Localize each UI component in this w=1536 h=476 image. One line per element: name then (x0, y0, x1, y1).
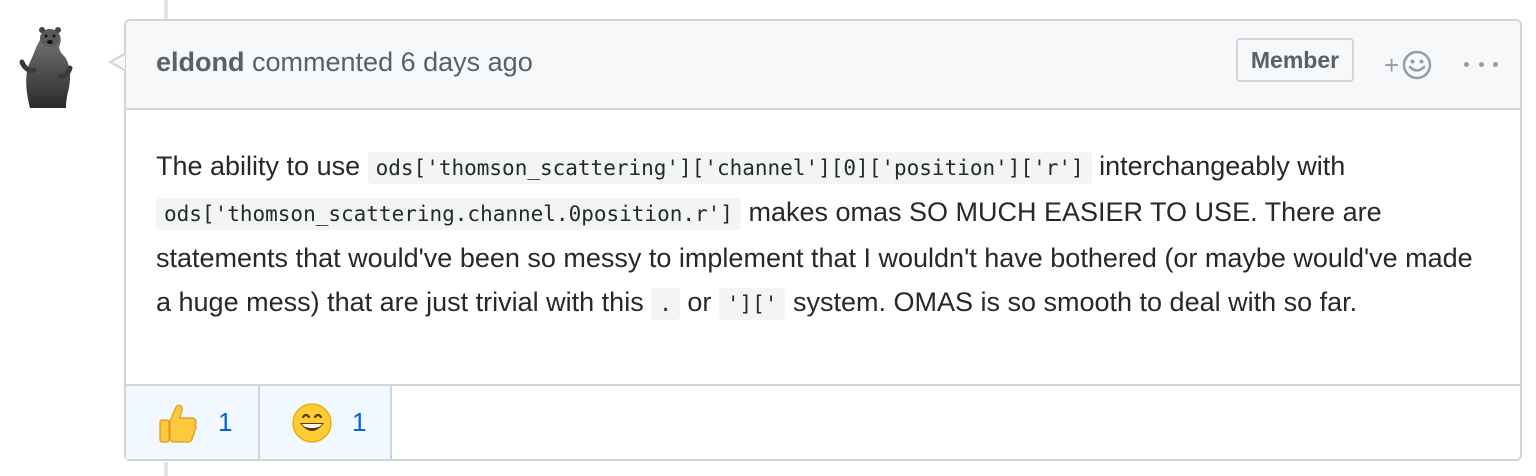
plus-label: + (1384, 50, 1400, 80)
timeline-line (164, 462, 168, 476)
body-text: The ability to use (156, 151, 368, 181)
comment-timestamp[interactable]: 6 days ago (401, 47, 533, 77)
reactions-bar: 1 1 (126, 384, 1520, 459)
thumbs-up-reaction-button[interactable]: 1 (126, 386, 260, 459)
comment-caret (112, 55, 125, 69)
bear-avatar-icon (16, 22, 76, 108)
comment-header-text: eldond commented 6 days ago (156, 47, 533, 78)
comment-box: eldond commented 6 days ago Member + The… (108, 19, 1522, 461)
avatar[interactable] (16, 22, 76, 108)
grinning-face-icon (292, 402, 332, 443)
inline-code: ods['thomson_scattering']['channel'][0][… (367, 152, 1092, 184)
inline-code: ods['thomson_scattering.channel.0positio… (156, 198, 741, 230)
timeline-line (164, 0, 168, 20)
more-options-icon[interactable] (1464, 49, 1498, 79)
member-badge: Member (1236, 38, 1354, 82)
author-link[interactable]: eldond (156, 47, 245, 77)
smiley-icon (1402, 50, 1432, 80)
thumbs-up-icon (159, 404, 197, 443)
comment-body: The ability to use ods['thomson_scatteri… (156, 144, 1486, 326)
dot (1464, 61, 1469, 67)
add-reaction-button[interactable]: + (1384, 47, 1444, 83)
inline-code: . (651, 288, 680, 320)
inline-code: '][' (718, 288, 786, 320)
laugh-reaction-button[interactable]: 1 (260, 386, 392, 459)
comment-header: eldond commented 6 days ago Member + (126, 21, 1520, 110)
reaction-count: 1 (218, 407, 233, 437)
dot (1493, 61, 1498, 67)
body-text: interchangeably with (1091, 151, 1346, 181)
body-text: or (679, 287, 719, 317)
reaction-count: 1 (352, 407, 367, 437)
body-text: system. OMAS is so smooth to deal with s… (785, 287, 1358, 317)
dot (1478, 61, 1484, 67)
comment-action: commented (252, 47, 394, 77)
